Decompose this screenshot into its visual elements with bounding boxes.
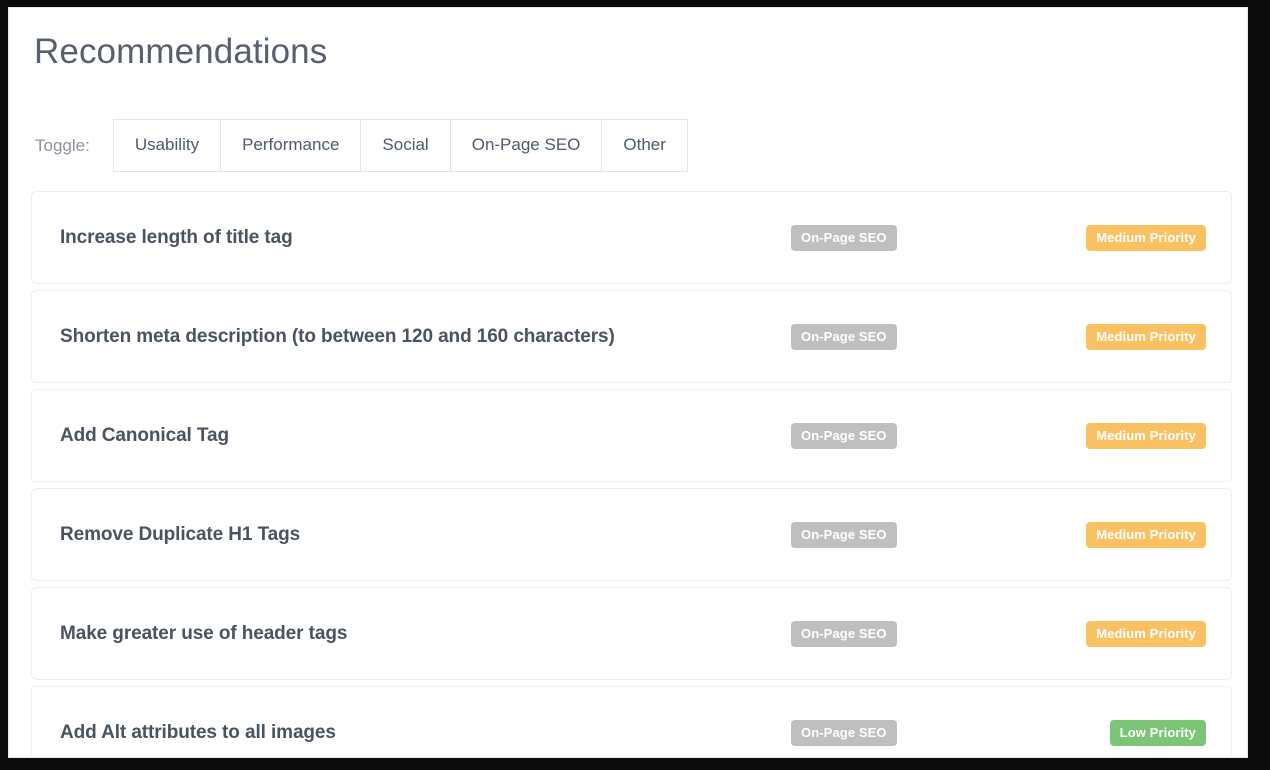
priority-badge: Low Priority	[1110, 720, 1206, 746]
toggle-label: Toggle:	[35, 136, 90, 156]
recommendation-category-cell: On-Page SEO	[791, 621, 1031, 647]
recommendation-row[interactable]: Increase length of title tagOn-Page SEO M…	[31, 191, 1232, 284]
category-badge: On-Page SEO	[791, 720, 897, 746]
category-badge: On-Page SEO	[791, 522, 897, 548]
recommendations-list: Increase length of title tagOn-Page SEOM…	[31, 191, 1233, 758]
page-surface: Recommendations Toggle: UsabilityPerform…	[8, 7, 1248, 758]
recommendation-row[interactable]: Add Alt attributes to all imagesOn-Page …	[31, 686, 1232, 758]
recommendation-title: Shorten meta description (to between 120…	[60, 326, 791, 348]
recommendation-category-cell: On-Page SEO	[791, 324, 1031, 350]
category-badge: On-Page SEO	[791, 621, 897, 647]
recommendation-priority-cell: Medium Priority	[1031, 324, 1206, 350]
recommendation-category-cell: On-Page SEO	[791, 720, 1031, 746]
toggle-button-social[interactable]: Social	[360, 119, 449, 172]
recommendation-row[interactable]: Make greater use of header tagsOn-Page S…	[31, 587, 1232, 680]
toggle-button-on-page-seo[interactable]: On-Page SEO	[450, 119, 602, 172]
toggle-button-usability[interactable]: Usability	[113, 119, 220, 172]
recommendation-row[interactable]: Add Canonical TagOn-Page SEO Medium Prior…	[31, 389, 1232, 482]
recommendation-row[interactable]: Shorten meta description (to between 120…	[31, 290, 1232, 383]
toggle-filter-row: Toggle: UsabilityPerformanceSocialOn-Pag…	[31, 119, 1233, 172]
category-badge: On-Page SEO	[791, 225, 897, 251]
priority-badge: Medium Priority	[1086, 324, 1206, 350]
recommendation-priority-cell: Medium Priority	[1031, 621, 1206, 647]
category-badge: On-Page SEO	[791, 423, 897, 449]
screen-frame: Recommendations Toggle: UsabilityPerform…	[0, 0, 1270, 770]
toggle-button-other[interactable]: Other	[601, 119, 688, 172]
toggle-button-performance[interactable]: Performance	[220, 119, 360, 172]
priority-badge: Medium Priority	[1086, 522, 1206, 548]
category-badge: On-Page SEO	[791, 324, 897, 350]
page-title: Recommendations	[31, 30, 1233, 74]
recommendation-title: Remove Duplicate H1 Tags	[60, 524, 791, 546]
recommendation-priority-cell: Low Priority	[1031, 720, 1206, 746]
recommendation-title: Make greater use of header tags	[60, 623, 791, 645]
recommendation-title: Add Canonical Tag	[60, 425, 791, 447]
recommendation-priority-cell: Medium Priority	[1031, 225, 1206, 251]
recommendation-category-cell: On-Page SEO	[791, 423, 1031, 449]
recommendation-title: Add Alt attributes to all images	[60, 722, 791, 744]
recommendation-row[interactable]: Remove Duplicate H1 TagsOn-Page SEO Mediu…	[31, 488, 1232, 581]
recommendation-priority-cell: Medium Priority	[1031, 522, 1206, 548]
recommendation-title: Increase length of title tag	[60, 227, 791, 249]
recommendation-priority-cell: Medium Priority	[1031, 423, 1206, 449]
recommendation-category-cell: On-Page SEO	[791, 522, 1031, 548]
toggle-button-group[interactable]: UsabilityPerformanceSocialOn-Page SEOOth…	[113, 119, 688, 172]
page-content: Recommendations Toggle: UsabilityPerform…	[9, 8, 1247, 758]
priority-badge: Medium Priority	[1086, 621, 1206, 647]
priority-badge: Medium Priority	[1086, 225, 1206, 251]
priority-badge: Medium Priority	[1086, 423, 1206, 449]
recommendation-category-cell: On-Page SEO	[791, 225, 1031, 251]
